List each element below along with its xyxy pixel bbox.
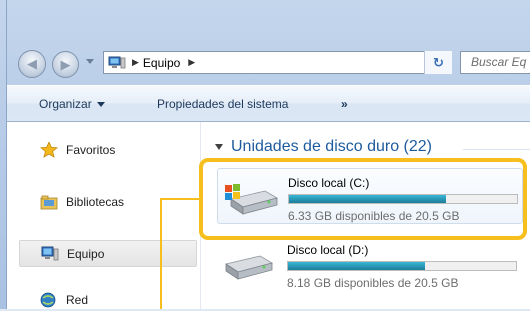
drive-usage-bar [287,261,517,271]
forward-arrow-icon: ▶ [60,56,71,72]
callout-connector-line [160,198,200,200]
nav-item-libraries[interactable]: Bibliotecas [40,194,124,210]
breadcrumb-separator-icon[interactable]: ▶ [132,57,139,68]
back-button[interactable]: ◀ [18,50,46,78]
breadcrumb-equipo[interactable]: Equipo [143,56,180,70]
navigation-pane: Favoritos Bibliotecas Equipo Red [7,122,200,309]
drive-usage-fill [288,262,425,270]
star-icon [40,140,58,158]
group-divider [463,149,530,150]
hard-drive-icon [222,248,278,284]
network-icon [40,292,58,308]
search-input[interactable]: Buscar Eq [460,51,530,74]
recent-pages-dropdown-icon[interactable] [86,59,94,64]
back-arrow-icon: ◀ [27,56,37,71]
nav-item-label: Equipo [67,246,105,261]
nav-item-label: Bibliotecas [66,195,125,209]
nav-item-label: Favoritos [66,143,116,157]
nav-item-favorites[interactable]: Favoritos [40,140,116,158]
more-commands-button[interactable]: » [341,97,348,111]
address-bar[interactable]: ▶ Equipo ▶ [103,51,452,74]
callout-highlight-frame [199,158,527,240]
refresh-button[interactable]: ↻ [424,51,452,74]
system-properties-button[interactable]: Propiedades del sistema [157,97,288,111]
library-icon [40,194,58,210]
group-header-label: Unidades de disco duro (22) [231,138,433,155]
organize-label: Organizar [39,97,92,111]
nav-item-label: Red [66,293,89,307]
forward-button[interactable]: ▶ [52,51,79,78]
drive-name: Disco local (D:) [287,243,369,257]
refresh-icon: ↻ [433,54,444,70]
drive-item-d[interactable]: Disco local (D:) 8.18 GB disponibles de … [217,236,523,292]
collapse-arrow-icon [215,143,223,150]
command-bar: Organizar Propiedades del sistema » [7,85,530,122]
callout-connector-line [160,198,162,309]
organize-button[interactable]: Organizar [39,97,105,111]
breadcrumb-separator-icon[interactable]: ▶ [188,57,195,68]
drive-free-space: 8.18 GB disponibles de 20.5 GB [287,276,459,290]
nav-item-computer[interactable]: Equipo [19,240,197,267]
chevron-down-icon [96,102,105,108]
computer-icon [108,56,126,70]
nav-item-network[interactable]: Red [40,292,88,308]
computer-icon [41,246,59,262]
group-header-hard-drives[interactable]: Unidades de disco duro (22) [215,138,432,156]
